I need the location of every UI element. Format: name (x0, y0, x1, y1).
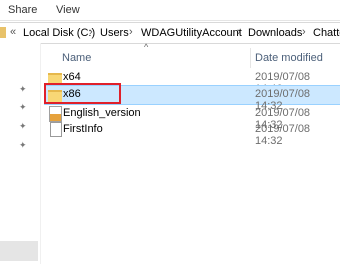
tab-share[interactable]: Share (8, 4, 37, 16)
breadcrumb-chatte[interactable]: Chatte (313, 27, 340, 39)
breadcrumb-wdagutilityaccount[interactable]: WDAGUtilityAccount (141, 27, 242, 39)
address-bar[interactable]: « Local Disk (C:) › Users › WDAGUtilityA… (0, 22, 340, 44)
file-row-firstinfo[interactable]: FirstInfo 2019/07/08 14:32 (44, 120, 340, 147)
column-header-date-modified[interactable]: Date modified (255, 52, 323, 64)
column-divider[interactable] (250, 48, 251, 68)
ribbon: Share View (0, 0, 340, 20)
navigation-pane[interactable]: ✦ ✦ ✦ ✦ (0, 43, 41, 264)
pin-icon[interactable]: ✦ (19, 103, 27, 112)
chevron-right-icon: › (302, 26, 306, 38)
file-name: English_version (63, 107, 141, 119)
file-name: FirstInfo (63, 123, 103, 135)
nav-selected-item[interactable] (0, 241, 38, 261)
pin-icon[interactable]: ✦ (19, 122, 27, 131)
document-icon (50, 122, 62, 137)
file-date: 2019/07/08 14:32 (255, 123, 311, 147)
annotation-highlight-box (44, 83, 121, 104)
column-header-name[interactable]: Name (62, 52, 91, 64)
chevron-right-icon: › (129, 26, 133, 38)
pin-icon[interactable]: ✦ (19, 141, 27, 150)
breadcrumb-local-disk[interactable]: Local Disk (C:) (23, 27, 95, 39)
ribbon-divider (0, 20, 340, 21)
file-name: x64 (63, 71, 81, 83)
breadcrumb-downloads[interactable]: Downloads (248, 27, 302, 39)
tab-view[interactable]: View (56, 4, 80, 16)
sort-ascending-icon: ^ (144, 42, 149, 52)
folder-icon (0, 27, 6, 38)
chevron-right-icon: › (89, 26, 93, 38)
breadcrumb-users[interactable]: Users (100, 27, 129, 39)
chevron-right-icon: › (237, 26, 241, 38)
pin-icon[interactable]: ✦ (19, 85, 27, 94)
overflow-chevron-icon[interactable]: « (10, 26, 16, 38)
